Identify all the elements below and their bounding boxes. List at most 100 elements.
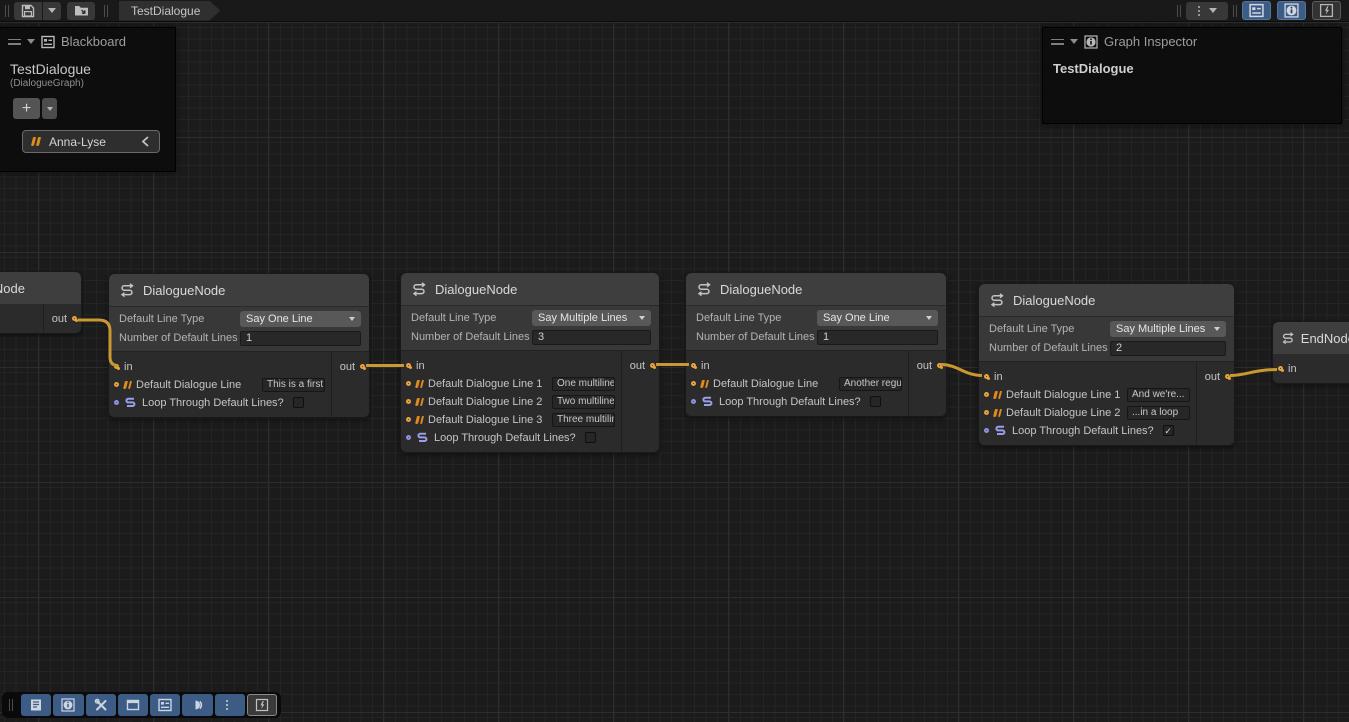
node-title-bar[interactable]: DialogueNode [686,273,946,305]
dialogue-node-3[interactable]: DialogueNode Default Line Type Say One L… [685,272,947,417]
blackboard-variable-row[interactable]: Anna-Lyse [22,130,160,153]
add-variable-dropdown[interactable] [42,98,57,119]
in-port[interactable] [984,374,989,379]
out-port[interactable] [1225,374,1230,379]
tools-icon [94,698,108,712]
out-port[interactable] [650,363,655,368]
num-lines-field[interactable]: 1 [817,330,938,345]
dialogue-line-field[interactable]: And we're... [1127,388,1190,402]
collapse-arrow-icon[interactable] [1070,39,1078,44]
graph-tab[interactable]: TestDialogue [119,1,220,21]
in-port[interactable] [1278,366,1283,371]
loop-bool-port[interactable] [114,400,119,405]
minimap-toggle-button[interactable] [182,694,212,716]
line-type-dropdown[interactable]: Say One Line [817,310,938,326]
dialogue-line-port[interactable] [984,392,989,397]
more-options-button[interactable] [215,694,245,716]
toolbar-drag-handle[interactable] [5,5,9,17]
dialogue-line-port[interactable] [984,410,989,415]
line-type-dropdown[interactable]: Say One Line [240,311,361,327]
preview-toggle-button[interactable] [247,694,277,716]
overflow-menu-button[interactable] [1186,2,1228,20]
prop-label: Default Line Type [989,323,1110,335]
node-title-bar[interactable]: DialogueNode [979,284,1234,316]
collapse-arrow-icon[interactable] [27,39,35,44]
loop-bool-port[interactable] [984,428,989,433]
node-title: EndNode [1301,331,1349,346]
out-port[interactable] [360,364,365,369]
node-title-bar[interactable]: DialogueNode [109,274,369,306]
blackboard-icon [1249,3,1264,18]
node-title-bar[interactable]: DialogueNode [401,273,659,305]
dialogue-node-1[interactable]: DialogueNode Default Line Type Say One L… [108,273,370,418]
port-label: Default Dialogue Line 3 [428,414,542,426]
drag-handle-icon[interactable] [8,39,21,45]
loop-icon [416,431,429,444]
toolbar-drag-handle[interactable] [1233,5,1237,17]
dialogue-line-field[interactable]: Three multilin [552,413,615,427]
top-toolbar: TestDialogue [0,0,1349,22]
toolbar-drag-handle[interactable] [104,5,108,17]
node-title-bar[interactable]: EndNode [1273,322,1349,354]
line-type-dropdown[interactable]: Say Multiple Lines [1110,321,1226,337]
in-port[interactable] [406,363,411,368]
dialogue-line-field[interactable]: One multiline [552,377,615,391]
dropdown-arrow-icon [1209,8,1217,13]
loop-checkbox[interactable]: ✓ [1163,425,1174,436]
dialogue-line-field[interactable]: ...in a loop [1127,406,1190,420]
loop-bool-port[interactable] [691,399,696,404]
inspector-toggle-button[interactable] [1277,1,1306,20]
loop-icon [124,396,137,409]
out-port[interactable] [72,316,77,321]
out-port-label: out [917,360,932,372]
chevron-left-icon[interactable] [141,136,150,147]
speaker-node-partial[interactable]: Node kerName out [0,271,82,334]
dropdown-arrow-icon [47,107,53,111]
info-toggle-button[interactable] [53,694,83,716]
dialogue-line-field[interactable]: Another regu [839,377,902,391]
blackboard-header[interactable]: Blackboard [0,28,175,53]
node-title-bar[interactable]: Node [0,272,81,304]
dialogue-line-port[interactable] [406,417,411,422]
blackboard-icon [41,35,55,49]
dialogue-node-2[interactable]: DialogueNode Default Line Type Say Multi… [400,272,660,453]
toolbar-drag-handle[interactable] [9,699,13,711]
dialogue-line-port[interactable] [406,381,411,386]
end-node[interactable]: EndNode in [1272,321,1349,384]
num-lines-field[interactable]: 2 [1110,341,1226,356]
console-toggle-button[interactable] [21,694,51,716]
drag-handle-icon[interactable] [1051,39,1064,45]
window-toggle-button[interactable] [118,694,148,716]
dialogue-line-field[interactable]: This is a first [262,378,325,392]
dialogue-line-field[interactable]: Two multiline [552,395,615,409]
inspector-header[interactable]: Graph Inspector [1043,28,1341,53]
out-port-label: out [340,361,355,373]
panel-title: Blackboard [61,34,126,49]
line-type-dropdown[interactable]: Say Multiple Lines [532,310,651,326]
open-graph-button[interactable] [67,2,95,20]
blackboard-toggle-button[interactable] [1242,1,1271,20]
toolbar-drag-handle[interactable] [1177,5,1181,17]
prop-label: Default Line Type [411,312,532,324]
dialogue-line-port[interactable] [114,382,119,387]
dialogue-node-4[interactable]: DialogueNode Default Line Type Say Multi… [978,283,1235,446]
in-port-label: in [994,371,1003,383]
blackboard-toggle-button[interactable] [150,694,180,716]
dialogue-line-port[interactable] [406,399,411,404]
in-port[interactable] [691,363,696,368]
quote-icon [415,380,424,388]
num-lines-field[interactable]: 3 [532,330,651,345]
tools-toggle-button[interactable] [86,694,116,716]
loop-bool-port[interactable] [406,435,411,440]
port-label: Loop Through Default Lines? [142,397,284,409]
save-button[interactable] [14,2,42,20]
save-dropdown-button[interactable] [43,2,61,20]
loop-checkbox[interactable] [293,397,304,408]
loop-checkbox[interactable] [585,432,596,443]
in-port-label: in [124,361,133,373]
preview-toggle-button[interactable] [1312,1,1341,20]
num-lines-field[interactable]: 1 [240,331,361,346]
dialogue-line-port[interactable] [691,381,696,386]
add-variable-button[interactable]: + [13,98,40,119]
loop-checkbox[interactable] [870,396,881,407]
